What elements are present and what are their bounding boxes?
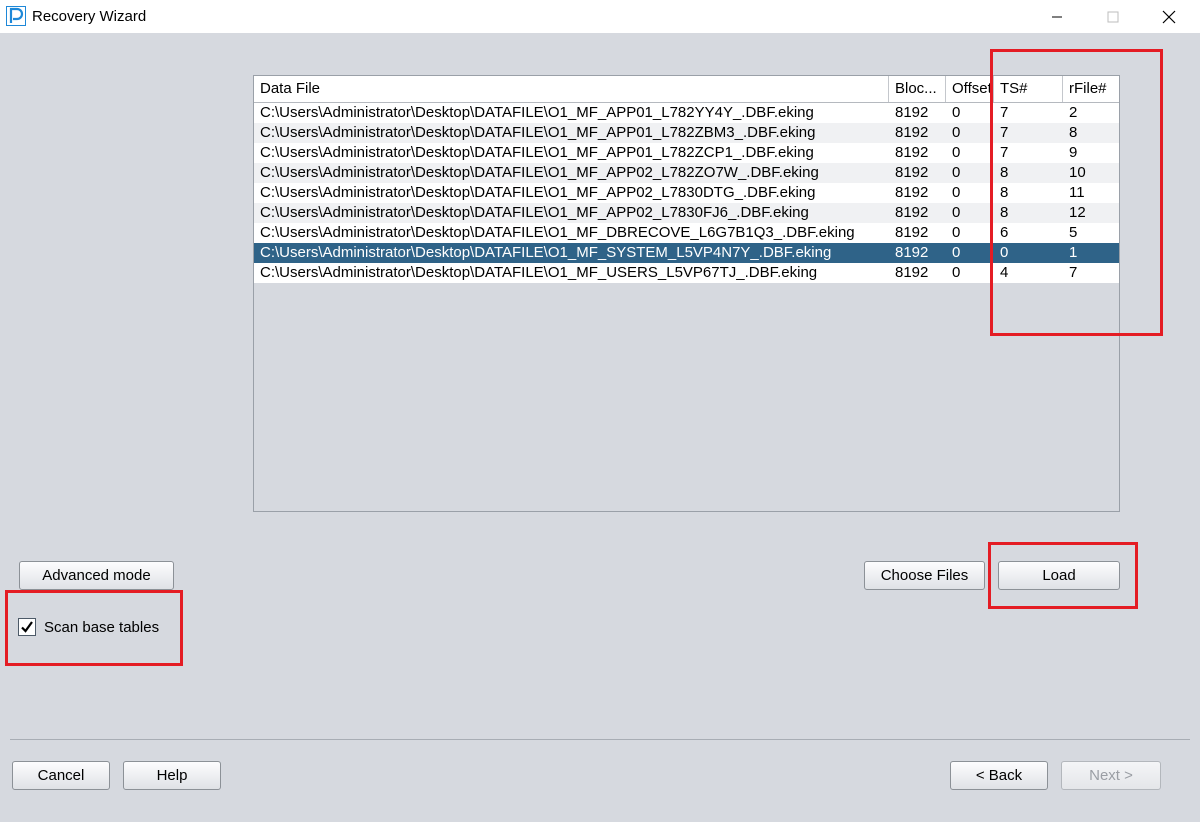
maximize-icon bbox=[1107, 11, 1119, 22]
maximize-button[interactable] bbox=[1090, 0, 1136, 33]
column-header-block[interactable]: Bloc... bbox=[889, 76, 946, 102]
cell-ts: 7 bbox=[1000, 144, 1009, 161]
cell-offset: 0 bbox=[952, 144, 961, 161]
cell-offset: 0 bbox=[952, 224, 961, 241]
back-button[interactable]: < Back bbox=[950, 761, 1048, 790]
cell-rfile: 2 bbox=[1069, 104, 1078, 121]
cell-offset: 0 bbox=[952, 184, 961, 201]
cell-data-file: C:\Users\Administrator\Desktop\DATAFILE\… bbox=[260, 164, 819, 181]
cell-block: 8192 bbox=[895, 244, 929, 261]
column-header-rfile[interactable]: rFile# bbox=[1063, 76, 1119, 102]
cell-offset: 0 bbox=[952, 164, 961, 181]
minimize-icon bbox=[1052, 16, 1062, 17]
cell-data-file: C:\Users\Administrator\Desktop\DATAFILE\… bbox=[260, 104, 814, 121]
cell-ts: 4 bbox=[1000, 264, 1009, 281]
minimize-button[interactable] bbox=[1034, 0, 1080, 33]
checkbox-box[interactable] bbox=[18, 618, 36, 636]
help-button[interactable]: Help bbox=[123, 761, 221, 790]
cell-ts: 7 bbox=[1000, 104, 1009, 121]
choose-files-button[interactable]: Choose Files bbox=[864, 561, 985, 590]
cell-offset: 0 bbox=[952, 244, 961, 261]
cell-ts: 8 bbox=[1000, 184, 1009, 201]
cell-data-file: C:\Users\Administrator\Desktop\DATAFILE\… bbox=[260, 224, 855, 241]
cell-block: 8192 bbox=[895, 104, 929, 121]
cell-ts: 7 bbox=[1000, 124, 1009, 141]
p-logo-icon bbox=[6, 6, 26, 26]
table-row[interactable]: C:\Users\Administrator\Desktop\DATAFILE\… bbox=[254, 203, 1119, 223]
column-header-ts[interactable]: TS# bbox=[994, 76, 1063, 102]
cell-block: 8192 bbox=[895, 144, 929, 161]
load-button[interactable]: Load bbox=[998, 561, 1120, 590]
table-row[interactable]: C:\Users\Administrator\Desktop\DATAFILE\… bbox=[254, 163, 1119, 183]
table-row-selected[interactable]: C:\Users\Administrator\Desktop\DATAFILE\… bbox=[254, 243, 1119, 263]
table-row[interactable]: C:\Users\Administrator\Desktop\DATAFILE\… bbox=[254, 183, 1119, 203]
footer-separator bbox=[10, 739, 1190, 740]
cell-rfile: 12 bbox=[1069, 204, 1086, 221]
cell-block: 8192 bbox=[895, 224, 929, 241]
window-title: Recovery Wizard bbox=[32, 8, 147, 25]
cell-rfile: 9 bbox=[1069, 144, 1078, 161]
cancel-button[interactable]: Cancel bbox=[12, 761, 110, 790]
table-body: C:\Users\Administrator\Desktop\DATAFILE\… bbox=[254, 103, 1119, 283]
cell-offset: 0 bbox=[952, 124, 961, 141]
cell-rfile: 1 bbox=[1069, 244, 1078, 261]
advanced-mode-button[interactable]: Advanced mode bbox=[19, 561, 174, 590]
cell-data-file: C:\Users\Administrator\Desktop\DATAFILE\… bbox=[260, 124, 816, 141]
cell-data-file: C:\Users\Administrator\Desktop\DATAFILE\… bbox=[260, 264, 818, 281]
cell-ts: 8 bbox=[1000, 204, 1009, 221]
cell-block: 8192 bbox=[895, 264, 929, 281]
cell-ts: 6 bbox=[1000, 224, 1009, 241]
cell-offset: 0 bbox=[952, 104, 961, 121]
cell-offset: 0 bbox=[952, 204, 961, 221]
cell-rfile: 7 bbox=[1069, 264, 1078, 281]
cell-data-file: C:\Users\Administrator\Desktop\DATAFILE\… bbox=[260, 184, 816, 201]
cell-offset: 0 bbox=[952, 264, 961, 281]
cell-rfile: 10 bbox=[1069, 164, 1086, 181]
scan-base-tables-checkbox[interactable]: Scan base tables bbox=[18, 616, 159, 638]
cell-block: 8192 bbox=[895, 184, 929, 201]
cell-block: 8192 bbox=[895, 204, 929, 221]
cell-data-file: C:\Users\Administrator\Desktop\DATAFILE\… bbox=[260, 144, 814, 161]
cell-rfile: 5 bbox=[1069, 224, 1078, 241]
close-icon bbox=[1162, 10, 1176, 23]
table-row[interactable]: C:\Users\Administrator\Desktop\DATAFILE\… bbox=[254, 123, 1119, 143]
cell-ts: 0 bbox=[1000, 244, 1009, 261]
cell-block: 8192 bbox=[895, 124, 929, 141]
cell-rfile: 8 bbox=[1069, 124, 1078, 141]
table-row[interactable]: C:\Users\Administrator\Desktop\DATAFILE\… bbox=[254, 103, 1119, 123]
cell-block: 8192 bbox=[895, 164, 929, 181]
table-header: Data File Bloc... Offset TS# rFile# bbox=[254, 76, 1119, 103]
cell-data-file: C:\Users\Administrator\Desktop\DATAFILE\… bbox=[260, 204, 809, 221]
table-row[interactable]: C:\Users\Administrator\Desktop\DATAFILE\… bbox=[254, 263, 1119, 283]
cell-data-file: C:\Users\Administrator\Desktop\DATAFILE\… bbox=[260, 244, 832, 261]
column-header-data-file[interactable]: Data File bbox=[254, 76, 889, 102]
close-button[interactable] bbox=[1146, 0, 1192, 33]
cell-ts: 8 bbox=[1000, 164, 1009, 181]
checkmark-icon bbox=[21, 621, 33, 633]
cell-rfile: 11 bbox=[1069, 184, 1085, 201]
scan-base-tables-label: Scan base tables bbox=[44, 618, 160, 636]
data-file-table[interactable]: Data File Bloc... Offset TS# rFile# C:\U… bbox=[253, 75, 1120, 512]
table-row[interactable]: C:\Users\Administrator\Desktop\DATAFILE\… bbox=[254, 143, 1119, 163]
next-button[interactable]: Next > bbox=[1061, 761, 1161, 790]
column-header-offset[interactable]: Offset bbox=[946, 76, 994, 102]
title-bar: Recovery Wizard bbox=[0, 0, 1200, 33]
table-row[interactable]: C:\Users\Administrator\Desktop\DATAFILE\… bbox=[254, 223, 1119, 243]
